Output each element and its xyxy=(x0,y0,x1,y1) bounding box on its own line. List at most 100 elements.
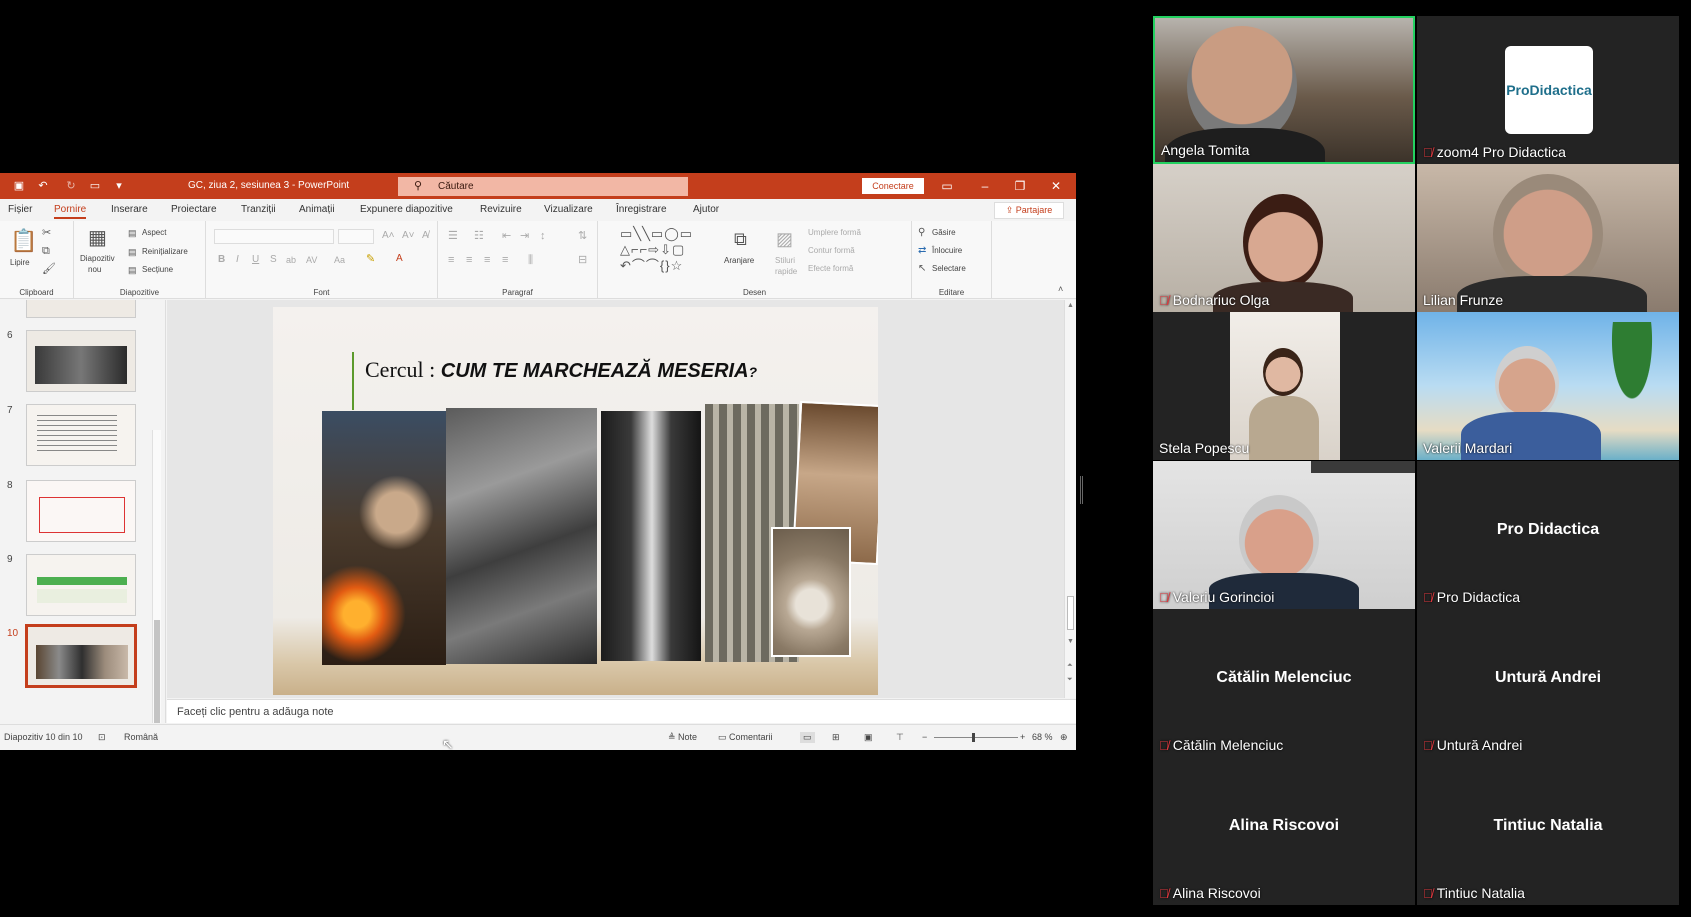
current-slide[interactable]: Cercul : CUM TE MARCHEAZĂ MESERIA? xyxy=(273,307,878,695)
bold-icon[interactable]: B xyxy=(218,254,225,266)
zoom-slider-thumb[interactable] xyxy=(972,733,975,742)
scroll-up-icon[interactable]: ▲ xyxy=(1067,302,1074,309)
slide-sorter-icon[interactable]: ⊞ xyxy=(832,732,840,743)
grow-font-icon[interactable]: A˄ xyxy=(382,230,395,242)
split-handle[interactable] xyxy=(1080,476,1083,504)
clear-format-icon[interactable]: A̸ xyxy=(422,230,429,242)
tab-transitions[interactable]: Tranziții xyxy=(241,204,276,215)
text-direction-icon[interactable]: ⇅ xyxy=(578,230,587,242)
accessibility-icon[interactable]: ⊡ xyxy=(98,732,106,743)
participant-tile-novideo[interactable]: Tintiuc Natalia 🎙̸ Tintiuc Natalia xyxy=(1417,757,1679,905)
redo-icon[interactable]: ↻ xyxy=(64,179,78,193)
next-slide-icon[interactable]: ⏷ xyxy=(1067,676,1073,684)
tab-record[interactable]: Înregistrare xyxy=(616,204,667,215)
shape-fill-button[interactable]: Umplere formă xyxy=(808,228,861,237)
notes-toggle[interactable]: ≜ Note xyxy=(668,732,697,743)
bullets-icon[interactable]: ☰ xyxy=(448,230,458,242)
present-icon[interactable]: ▭ xyxy=(88,179,102,193)
share-button[interactable]: ⇪ Partajare xyxy=(994,202,1064,219)
slideshow-icon[interactable]: ⊤ xyxy=(896,732,904,743)
replace-button[interactable]: Înlocuire xyxy=(932,246,962,255)
quick-styles-icon[interactable]: ▨ xyxy=(776,229,793,249)
undo-icon[interactable]: ↶ xyxy=(36,179,50,193)
numbering-icon[interactable]: ☷ xyxy=(474,230,484,242)
participant-tile-novideo[interactable]: Alina Riscovoi 🎙̸ Alina Riscovoi xyxy=(1153,757,1415,905)
format-painter-icon[interactable]: 🖌 xyxy=(42,263,56,275)
new-slide-label-2[interactable]: nou xyxy=(88,265,101,274)
participant-tile-video[interactable]: ProDidactica 🎙̸ zoom4 Pro Didactica xyxy=(1417,16,1679,164)
section-button[interactable]: Secțiune xyxy=(142,265,173,274)
columns-icon[interactable]: ⫼ xyxy=(528,254,533,266)
minimize-icon[interactable]: – xyxy=(975,177,995,195)
decrease-indent-icon[interactable]: ⇤ xyxy=(502,230,511,242)
layout-button[interactable]: Aspect xyxy=(142,228,166,237)
slide-thumbnail[interactable] xyxy=(26,330,136,392)
close-icon[interactable]: ✕ xyxy=(1046,177,1066,195)
thumbnail-scroll-thumb[interactable] xyxy=(154,620,160,723)
shadow-icon[interactable]: S xyxy=(270,254,277,266)
zoom-slider[interactable] xyxy=(934,733,1018,742)
slide-thumbnail[interactable] xyxy=(26,404,136,466)
slide-thumbnail[interactable] xyxy=(26,300,136,318)
slide-thumbnail-selected[interactable] xyxy=(25,624,137,688)
notes-pane[interactable]: Faceți clic pentru a adăuga note xyxy=(167,699,1076,723)
tab-view[interactable]: Vizualizare xyxy=(544,204,593,215)
tab-home[interactable]: Pornire xyxy=(54,204,87,219)
comments-toggle[interactable]: ▭ Comentarii xyxy=(718,732,773,743)
tab-file[interactable]: Fișier xyxy=(8,204,32,215)
participant-tile-novideo[interactable]: Pro Didactica 🎙̸ Pro Didactica xyxy=(1417,461,1679,609)
shrink-font-icon[interactable]: A˅ xyxy=(402,230,415,242)
paste-label[interactable]: Lipire xyxy=(10,258,30,267)
previous-slide-icon[interactable]: ⏶ xyxy=(1067,662,1073,670)
participant-tile-video[interactable]: Angela Tomita xyxy=(1153,16,1415,164)
select-button[interactable]: Selectare xyxy=(932,264,966,273)
change-case-icon[interactable]: Aa xyxy=(334,254,345,266)
tab-slideshow[interactable]: Expunere diapozitive xyxy=(360,204,453,215)
participant-tile-video[interactable]: Stela Popescu xyxy=(1153,312,1415,460)
font-size-field[interactable] xyxy=(338,229,374,244)
align-text-icon[interactable]: ⊟ xyxy=(578,254,587,266)
thumbnail-scrollbar[interactable] xyxy=(152,430,161,723)
paste-icon[interactable]: 📋 xyxy=(10,229,37,253)
align-left-icon[interactable]: ≡ xyxy=(448,254,454,266)
zoom-in-icon[interactable]: + xyxy=(1020,732,1025,742)
slide-vertical-scrollbar[interactable]: ▲ ▼ ⏶ ⏷ xyxy=(1064,300,1076,698)
shape-outline-button[interactable]: Contur formă xyxy=(808,246,855,255)
slide-thumbnail[interactable] xyxy=(26,480,136,542)
tab-design[interactable]: Proiectare xyxy=(171,204,217,215)
shape-effects-button[interactable]: Efecte formă xyxy=(808,264,853,273)
justify-icon[interactable]: ≡ xyxy=(502,254,508,266)
participant-tile-novideo[interactable]: Cătălin Melenciuc 🎙̸ Cătălin Melenciuc xyxy=(1153,609,1415,757)
new-slide-icon[interactable]: ▦ xyxy=(88,227,107,249)
font-name-field[interactable] xyxy=(214,229,334,244)
scroll-down-icon[interactable]: ▼ xyxy=(1067,638,1074,645)
copy-icon[interactable]: ⧉ xyxy=(42,245,50,257)
zoom-level[interactable]: 68 % xyxy=(1032,732,1053,742)
slide-scroll-thumb[interactable] xyxy=(1067,596,1074,630)
participant-tile-video[interactable]: Lilian Frunze xyxy=(1417,164,1679,312)
arrange-icon[interactable]: ⧉ xyxy=(734,229,747,249)
slide-thumbnail[interactable] xyxy=(26,554,136,616)
increase-indent-icon[interactable]: ⇥ xyxy=(520,230,529,242)
arrange-label[interactable]: Aranjare xyxy=(724,256,754,265)
line-spacing-icon[interactable]: ↕ xyxy=(540,230,546,242)
tab-help[interactable]: Ajutor xyxy=(693,204,719,215)
participant-tile-video[interactable]: Valerii Mardari xyxy=(1417,312,1679,460)
save-icon[interactable]: ▣ xyxy=(12,179,26,193)
font-color-icon[interactable]: A xyxy=(396,253,403,265)
language-status[interactable]: Română xyxy=(124,732,158,742)
italic-icon[interactable]: I xyxy=(236,254,239,266)
strikethrough-icon[interactable]: ab xyxy=(286,254,296,266)
cut-icon[interactable]: ✂ xyxy=(42,227,51,239)
align-center-icon[interactable]: ≡ xyxy=(466,254,472,266)
quick-styles-label-1[interactable]: Stiluri xyxy=(775,256,795,265)
connect-button[interactable]: Conectare xyxy=(862,178,924,194)
collapse-ribbon-icon[interactable]: ˄ xyxy=(1058,283,1063,295)
char-spacing-icon[interactable]: AV xyxy=(306,254,317,266)
fit-slide-icon[interactable]: ⊕ xyxy=(1060,732,1068,743)
tab-animations[interactable]: Animații xyxy=(299,204,335,215)
tab-review[interactable]: Revizuire xyxy=(480,204,522,215)
reading-view-icon[interactable]: ▣ xyxy=(864,732,873,743)
tab-insert[interactable]: Inserare xyxy=(111,204,148,215)
highlight-icon[interactable]: ✎ xyxy=(366,253,375,265)
